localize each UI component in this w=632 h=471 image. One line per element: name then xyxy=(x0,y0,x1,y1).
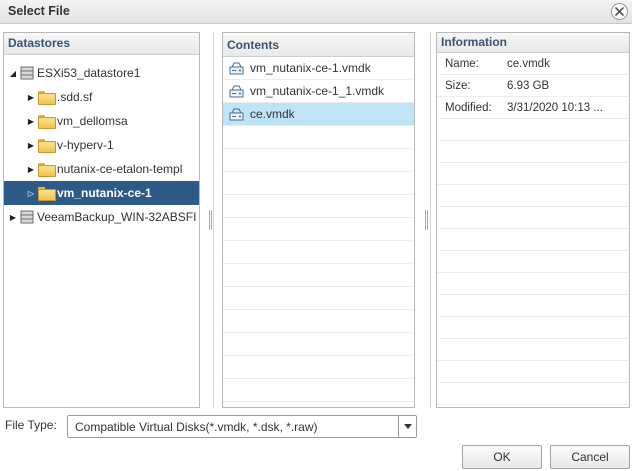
dropdown-arrow[interactable] xyxy=(398,416,416,437)
divider xyxy=(213,32,214,408)
empty-row xyxy=(437,317,629,339)
empty-row xyxy=(223,241,414,264)
empty-row xyxy=(437,207,629,229)
expand-right-arrow-icon[interactable]: ▷ xyxy=(26,189,36,198)
datastore-icon xyxy=(20,66,34,80)
file-type-select[interactable]: Compatible Virtual Disks(*.vmdk, *.dsk, … xyxy=(67,415,417,438)
empty-row xyxy=(437,251,629,273)
contents-header: Contents xyxy=(223,33,414,57)
virtual-disk-icon xyxy=(229,62,244,74)
splitter-grip[interactable] xyxy=(209,210,212,230)
ok-button[interactable]: OK xyxy=(462,445,542,469)
tree-item-label: .sdd.sf xyxy=(57,90,93,104)
info-key: Name: xyxy=(445,57,479,70)
tree-item[interactable]: ◢ ESXi53_datastore1 xyxy=(4,61,199,85)
divider xyxy=(430,32,431,408)
datastore-icon xyxy=(20,210,34,224)
tree-item[interactable]: ▶ vm_dellomsa xyxy=(4,109,199,133)
empty-row xyxy=(223,195,414,218)
empty-row xyxy=(223,287,414,310)
datastores-panel: Datastores ◢ ESXi53_datastore1 ▶ .sdd.sf ▶ vm… xyxy=(3,32,200,408)
file-name: vm_nutanix-ce-1_1.vmdk xyxy=(250,84,385,98)
empty-row xyxy=(223,218,414,241)
datastores-header: Datastores xyxy=(4,33,199,55)
empty-row xyxy=(437,383,629,405)
empty-row xyxy=(437,163,629,185)
close-button[interactable] xyxy=(611,3,628,20)
file-type-value: Compatible Virtual Disks(*.vmdk, *.dsk, … xyxy=(75,419,318,434)
chevron-down-icon xyxy=(403,424,412,429)
file-row[interactable]: vm_nutanix-ce-1_1.vmdk xyxy=(223,80,414,103)
empty-row xyxy=(223,149,414,172)
empty-row xyxy=(437,295,629,317)
info-value: 3/31/2020 10:13 ... xyxy=(507,101,603,114)
empty-row xyxy=(437,119,629,141)
information-panel: Information Name: ce.vmdk Size: 6.93 GB Modi… xyxy=(436,32,630,408)
info-key: Modified: xyxy=(445,101,492,114)
file-row[interactable]: ce.vmdk xyxy=(223,103,414,126)
empty-row xyxy=(437,141,629,163)
expand-down-arrow-icon[interactable]: ◢ xyxy=(8,69,18,78)
empty-row xyxy=(223,379,414,402)
empty-row xyxy=(223,264,414,287)
info-value: ce.vmdk xyxy=(507,57,550,70)
expand-right-arrow-icon[interactable]: ▶ xyxy=(26,93,36,102)
info-row: Size: 6.93 GB xyxy=(437,75,629,97)
empty-row xyxy=(437,229,629,251)
empty-row xyxy=(437,273,629,295)
empty-row xyxy=(437,339,629,361)
splitter-grip[interactable] xyxy=(425,210,428,230)
empty-row xyxy=(223,333,414,356)
info-row: Name: ce.vmdk xyxy=(437,53,629,75)
tree-item-label: vm_nutanix-ce-1 xyxy=(57,186,152,200)
expand-right-arrow-icon[interactable]: ▶ xyxy=(8,213,18,222)
close-icon xyxy=(615,7,624,16)
info-key: Size: xyxy=(445,79,471,92)
folder-icon xyxy=(38,91,56,105)
tree-item-label: ESXi53_datastore1 xyxy=(37,66,141,80)
folder-icon xyxy=(38,163,56,177)
tree-item[interactable]: ▶ VeeamBackup_WIN-32ABSFI xyxy=(4,205,199,229)
information-header: Information xyxy=(437,33,629,53)
empty-row xyxy=(223,126,414,149)
tree-item-label: v-hyperv-1 xyxy=(57,138,114,152)
file-name: vm_nutanix-ce-1.vmdk xyxy=(250,61,371,75)
cancel-button[interactable]: Cancel xyxy=(550,445,630,469)
file-name: ce.vmdk xyxy=(250,107,295,121)
tree-item[interactable]: ▷ vm_nutanix-ce-1 xyxy=(4,181,199,205)
tree-item[interactable]: ▶ .sdd.sf xyxy=(4,85,199,109)
virtual-disk-icon xyxy=(229,108,244,120)
contents-panel: Contents vm_nutanix-ce-1.vmdk vm_nutanix-… xyxy=(222,32,415,408)
info-row: Modified: 3/31/2020 10:13 ... xyxy=(437,97,629,119)
folder-icon xyxy=(38,187,56,201)
expand-right-arrow-icon[interactable]: ▶ xyxy=(26,165,36,174)
tree-item-label: VeeamBackup_WIN-32ABSFI xyxy=(37,210,197,224)
expand-right-arrow-icon[interactable]: ▶ xyxy=(26,117,36,126)
empty-row xyxy=(437,361,629,383)
tree-item[interactable]: ▶ nutanix-ce-etalon-templ xyxy=(4,157,199,181)
dialog-titlebar: Select File xyxy=(0,0,632,24)
empty-row xyxy=(223,172,414,195)
info-value: 6.93 GB xyxy=(507,79,550,92)
dialog-title: Select File xyxy=(8,4,70,18)
tree-item[interactable]: ▶ v-hyperv-1 xyxy=(4,133,199,157)
folder-icon xyxy=(38,139,56,153)
file-type-label: File Type: xyxy=(5,418,57,432)
expand-right-arrow-icon[interactable]: ▶ xyxy=(26,141,36,150)
virtual-disk-icon xyxy=(229,85,244,97)
file-row[interactable]: vm_nutanix-ce-1.vmdk xyxy=(223,57,414,80)
empty-row xyxy=(437,185,629,207)
tree-item-label: nutanix-ce-etalon-templ xyxy=(57,162,183,176)
tree-item-label: vm_dellomsa xyxy=(57,114,128,128)
empty-row xyxy=(223,356,414,379)
empty-row xyxy=(223,310,414,333)
folder-icon xyxy=(38,115,56,129)
